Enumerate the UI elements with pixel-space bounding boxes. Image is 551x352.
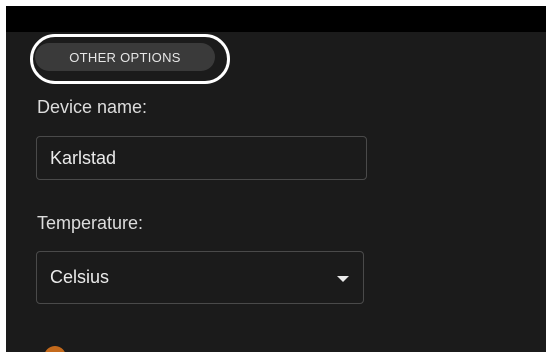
device-name-input[interactable]: [37, 137, 366, 179]
top-bar: [6, 6, 546, 32]
settings-panel: OTHER OPTIONS Device name: Temperature: …: [6, 6, 546, 352]
temperature-label: Temperature:: [37, 213, 144, 233]
app-icon[interactable]: [44, 346, 66, 352]
chevron-down-icon[interactable]: [337, 276, 349, 282]
other-options-button[interactable]: OTHER OPTIONS: [35, 43, 215, 71]
temperature-selected-value: Celsius: [50, 267, 110, 287]
device-name-label: Device name:: [37, 97, 148, 117]
device-name-field[interactable]: [36, 136, 367, 180]
other-options-label: OTHER OPTIONS: [69, 49, 181, 65]
temperature-select[interactable]: Celsius: [36, 251, 364, 304]
